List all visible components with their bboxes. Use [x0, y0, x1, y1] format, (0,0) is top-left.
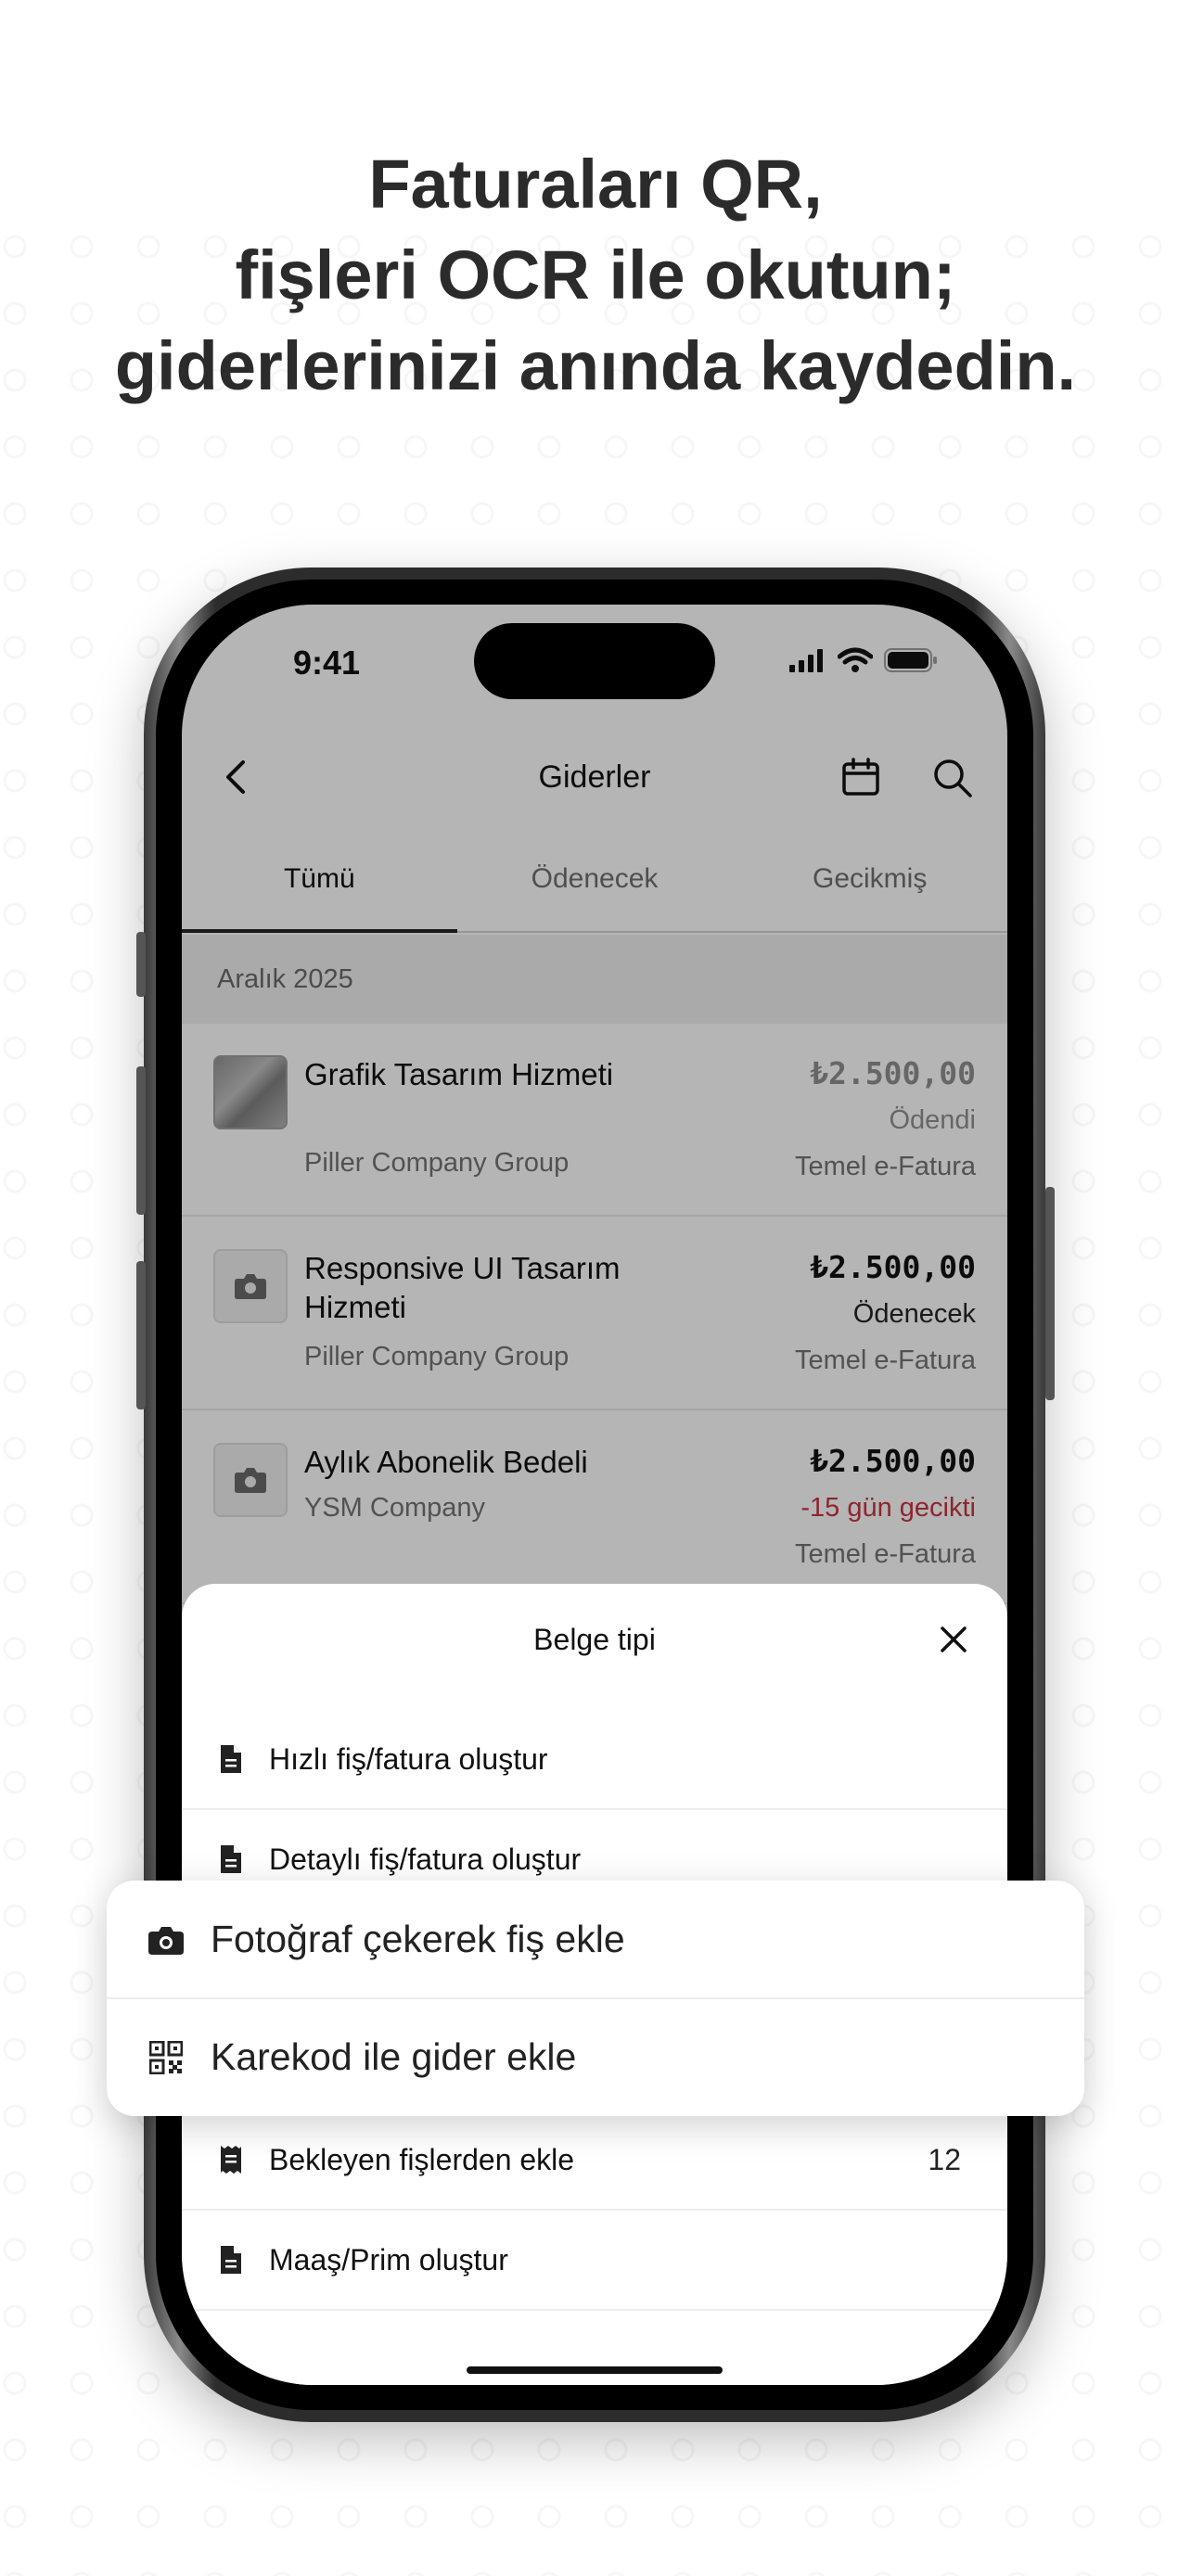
- headline-line-1: Faturaları QR,: [368, 146, 823, 223]
- phone-side-button: [136, 932, 146, 997]
- qr-code-icon: [147, 2039, 185, 2076]
- pending-count: 12: [928, 2142, 961, 2176]
- camera-icon: [147, 1921, 185, 1958]
- popup-item-photo[interactable]: Fotoğraf çekerek fiş ekle: [107, 1881, 1084, 1998]
- phone-side-button: [1045, 1187, 1055, 1400]
- receipt-icon: [217, 2143, 245, 2176]
- document-icon: [217, 1843, 245, 1876]
- sheet-item-quick-receipt[interactable]: Hızlı fiş/fatura oluştur: [182, 1710, 1007, 1810]
- headline-line-2: fişleri OCR ile okutun;: [235, 236, 956, 313]
- phone-screen: 9:41 Giderler Tümü Ödenecek Gecikmiş Ara…: [182, 605, 1007, 2385]
- sheet-item-label: Detaylı fiş/fatura oluştur: [269, 1842, 582, 1876]
- popup-item-label: Fotoğraf çekerek fiş ekle: [211, 1918, 625, 1960]
- sheet-title: Belge tipi: [533, 1623, 656, 1656]
- sheet-item-label: Bekleyen fişlerden ekle: [269, 2142, 575, 2176]
- document-icon: [217, 2243, 245, 2276]
- home-indicator: [467, 2366, 723, 2374]
- sheet-item-label: Maaş/Prim oluştur: [269, 2242, 508, 2276]
- sheet-item-salary[interactable]: Maaş/Prim oluştur: [182, 2211, 1007, 2311]
- phone-side-button: [136, 1066, 146, 1215]
- close-icon[interactable]: [935, 1621, 972, 1658]
- popup-item-qr[interactable]: Karekod ile gider ekle: [107, 1998, 1084, 2116]
- headline-line-3: giderlerinizi anında kaydedin.: [114, 327, 1077, 404]
- expenses-screen: 9:41 Giderler Tümü Ödenecek Gecikmiş Ara…: [182, 605, 1007, 2385]
- sheet-item-label: Hızlı fiş/fatura oluştur: [269, 1741, 548, 1776]
- phone-side-button: [136, 1261, 146, 1409]
- document-icon: [217, 1742, 245, 1776]
- sheet-item-pending-receipts[interactable]: Bekleyen fişlerden ekle 12: [182, 2111, 1007, 2211]
- add-expense-popup: Fotoğraf çekerek fiş ekle Karekod ile gi…: [107, 1881, 1084, 2116]
- headline: Faturaları QR, fişleri OCR ile okutun; g…: [0, 139, 1191, 412]
- popup-item-label: Karekod ile gider ekle: [211, 2035, 577, 2078]
